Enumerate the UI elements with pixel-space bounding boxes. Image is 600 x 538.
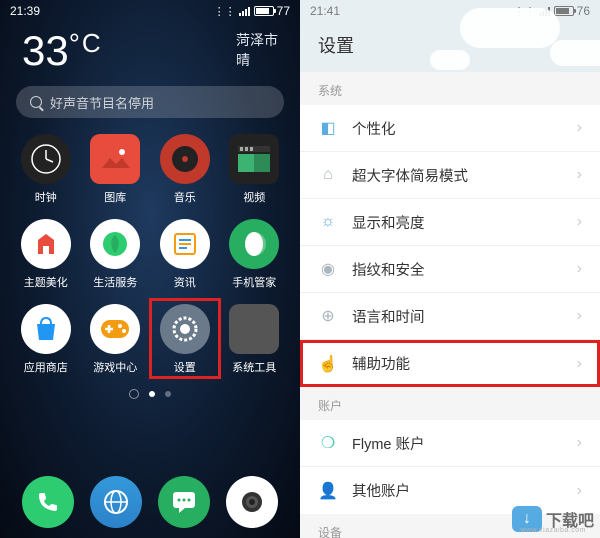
life-icon [90,219,140,269]
dock [0,476,300,528]
setting-flyme[interactable]: ❍ Flyme 账户 › [300,420,600,467]
weather-widget[interactable]: 33°C 菏泽市 晴 [0,22,300,86]
hand-icon: ☝ [318,354,338,374]
page-dot[interactable] [165,391,171,397]
globe-icon: ⊕ [318,306,338,326]
home-indicator-icon[interactable] [129,389,139,399]
app-music[interactable]: 音乐 [153,134,217,205]
personalize-icon: ◧ [318,118,338,138]
cloud-decoration [550,40,600,66]
home-screen: 21:39 ⋮⋮ 77 33°C 菏泽市 晴 好声音节目名停用 时钟 图库 音乐… [0,0,300,538]
watermark-url: www.xiazaiba.com [520,527,586,534]
brightness-icon: ☼ [318,212,338,232]
watermark: ↓ 下载吧 www.xiazaiba.com [512,506,594,532]
weather-location: 菏泽市 晴 [236,31,278,70]
setting-personalize[interactable]: ◧ 个性化 › [300,105,600,152]
page-dot[interactable] [149,391,155,397]
clock-icon [21,134,71,184]
chevron-right-icon: › [577,166,582,184]
cloud-decoration [460,8,560,48]
chevron-right-icon: › [577,307,582,325]
app-store[interactable]: 应用商店 [14,304,78,375]
guard-icon [229,219,279,269]
setting-security[interactable]: ◉ 指纹和安全 › [300,246,600,293]
search-bar[interactable]: 好声音节目名停用 [16,86,284,118]
settings-screen: 21:41 ⋮⋮ 76 设置 系统 ◧ 个性化 › ⌂ 超大字体简易模式 › ☼… [300,0,600,538]
chevron-right-icon: › [577,260,582,278]
store-icon [21,304,71,354]
app-life[interactable]: 生活服务 [84,219,148,290]
section-system: 系统 [300,72,600,105]
fingerprint-icon: ◉ [318,259,338,279]
cloud-decoration [430,50,470,70]
search-placeholder: 好声音节目名停用 [50,93,154,112]
chevron-right-icon: › [577,213,582,231]
status-icons: ⋮⋮ 77 [214,4,290,18]
setting-display[interactable]: ☼ 显示和亮度 › [300,199,600,246]
setting-language[interactable]: ⊕ 语言和时间 › [300,293,600,340]
setting-bigfont[interactable]: ⌂ 超大字体简易模式 › [300,152,600,199]
status-time: 21:41 [310,4,340,18]
gallery-icon [90,134,140,184]
app-theme[interactable]: 主题美化 [14,219,78,290]
camera-app[interactable] [226,476,278,528]
app-gallery[interactable]: 图库 [84,134,148,205]
app-news[interactable]: 资讯 [153,219,217,290]
app-clock[interactable]: 时钟 [14,134,78,205]
app-tools[interactable]: 系统工具 [223,304,287,375]
battery-level: 77 [277,4,290,18]
wifi-icon: ⋮⋮ [214,5,236,18]
chevron-right-icon: › [577,434,582,452]
battery-icon [254,6,274,16]
battery-icon [554,6,574,16]
phone-app[interactable] [22,476,74,528]
setting-accessibility[interactable]: ☝ 辅助功能 › [300,340,600,387]
messages-app[interactable] [158,476,210,528]
tools-icon [229,304,279,354]
music-icon [160,134,210,184]
chevron-right-icon: › [577,355,582,373]
battery-level: 76 [577,4,590,18]
status-time: 21:39 [10,4,40,18]
video-icon [229,134,279,184]
app-grid: 时钟 图库 音乐 视频 主题美化 生活服务 资讯 手机管家 应用商店 游戏中心 … [0,134,300,375]
news-icon [160,219,210,269]
settings-list-system: ◧ 个性化 › ⌂ 超大字体简易模式 › ☼ 显示和亮度 › ◉ 指纹和安全 ›… [300,105,600,387]
app-video[interactable]: 视频 [223,134,287,205]
chevron-right-icon: › [577,482,582,500]
app-guard[interactable]: 手机管家 [223,219,287,290]
home-icon: ⌂ [318,165,338,185]
status-bar: 21:39 ⋮⋮ 77 [0,0,300,22]
theme-icon [21,219,71,269]
browser-app[interactable] [90,476,142,528]
gear-icon [160,304,210,354]
chevron-right-icon: › [577,119,582,137]
section-account: 账户 [300,387,600,420]
search-icon [30,96,42,108]
app-settings[interactable]: 设置 [153,304,217,375]
person-icon: 👤 [318,481,338,501]
signal-icon [239,6,251,16]
settings-header: 21:41 ⋮⋮ 76 设置 [300,0,600,72]
app-game[interactable]: 游戏中心 [84,304,148,375]
temperature: 33°C [22,30,101,72]
balloon-icon: ❍ [318,433,338,453]
page-indicator [0,389,300,399]
settings-list-account: ❍ Flyme 账户 › 👤 其他账户 › [300,420,600,514]
game-icon [90,304,140,354]
